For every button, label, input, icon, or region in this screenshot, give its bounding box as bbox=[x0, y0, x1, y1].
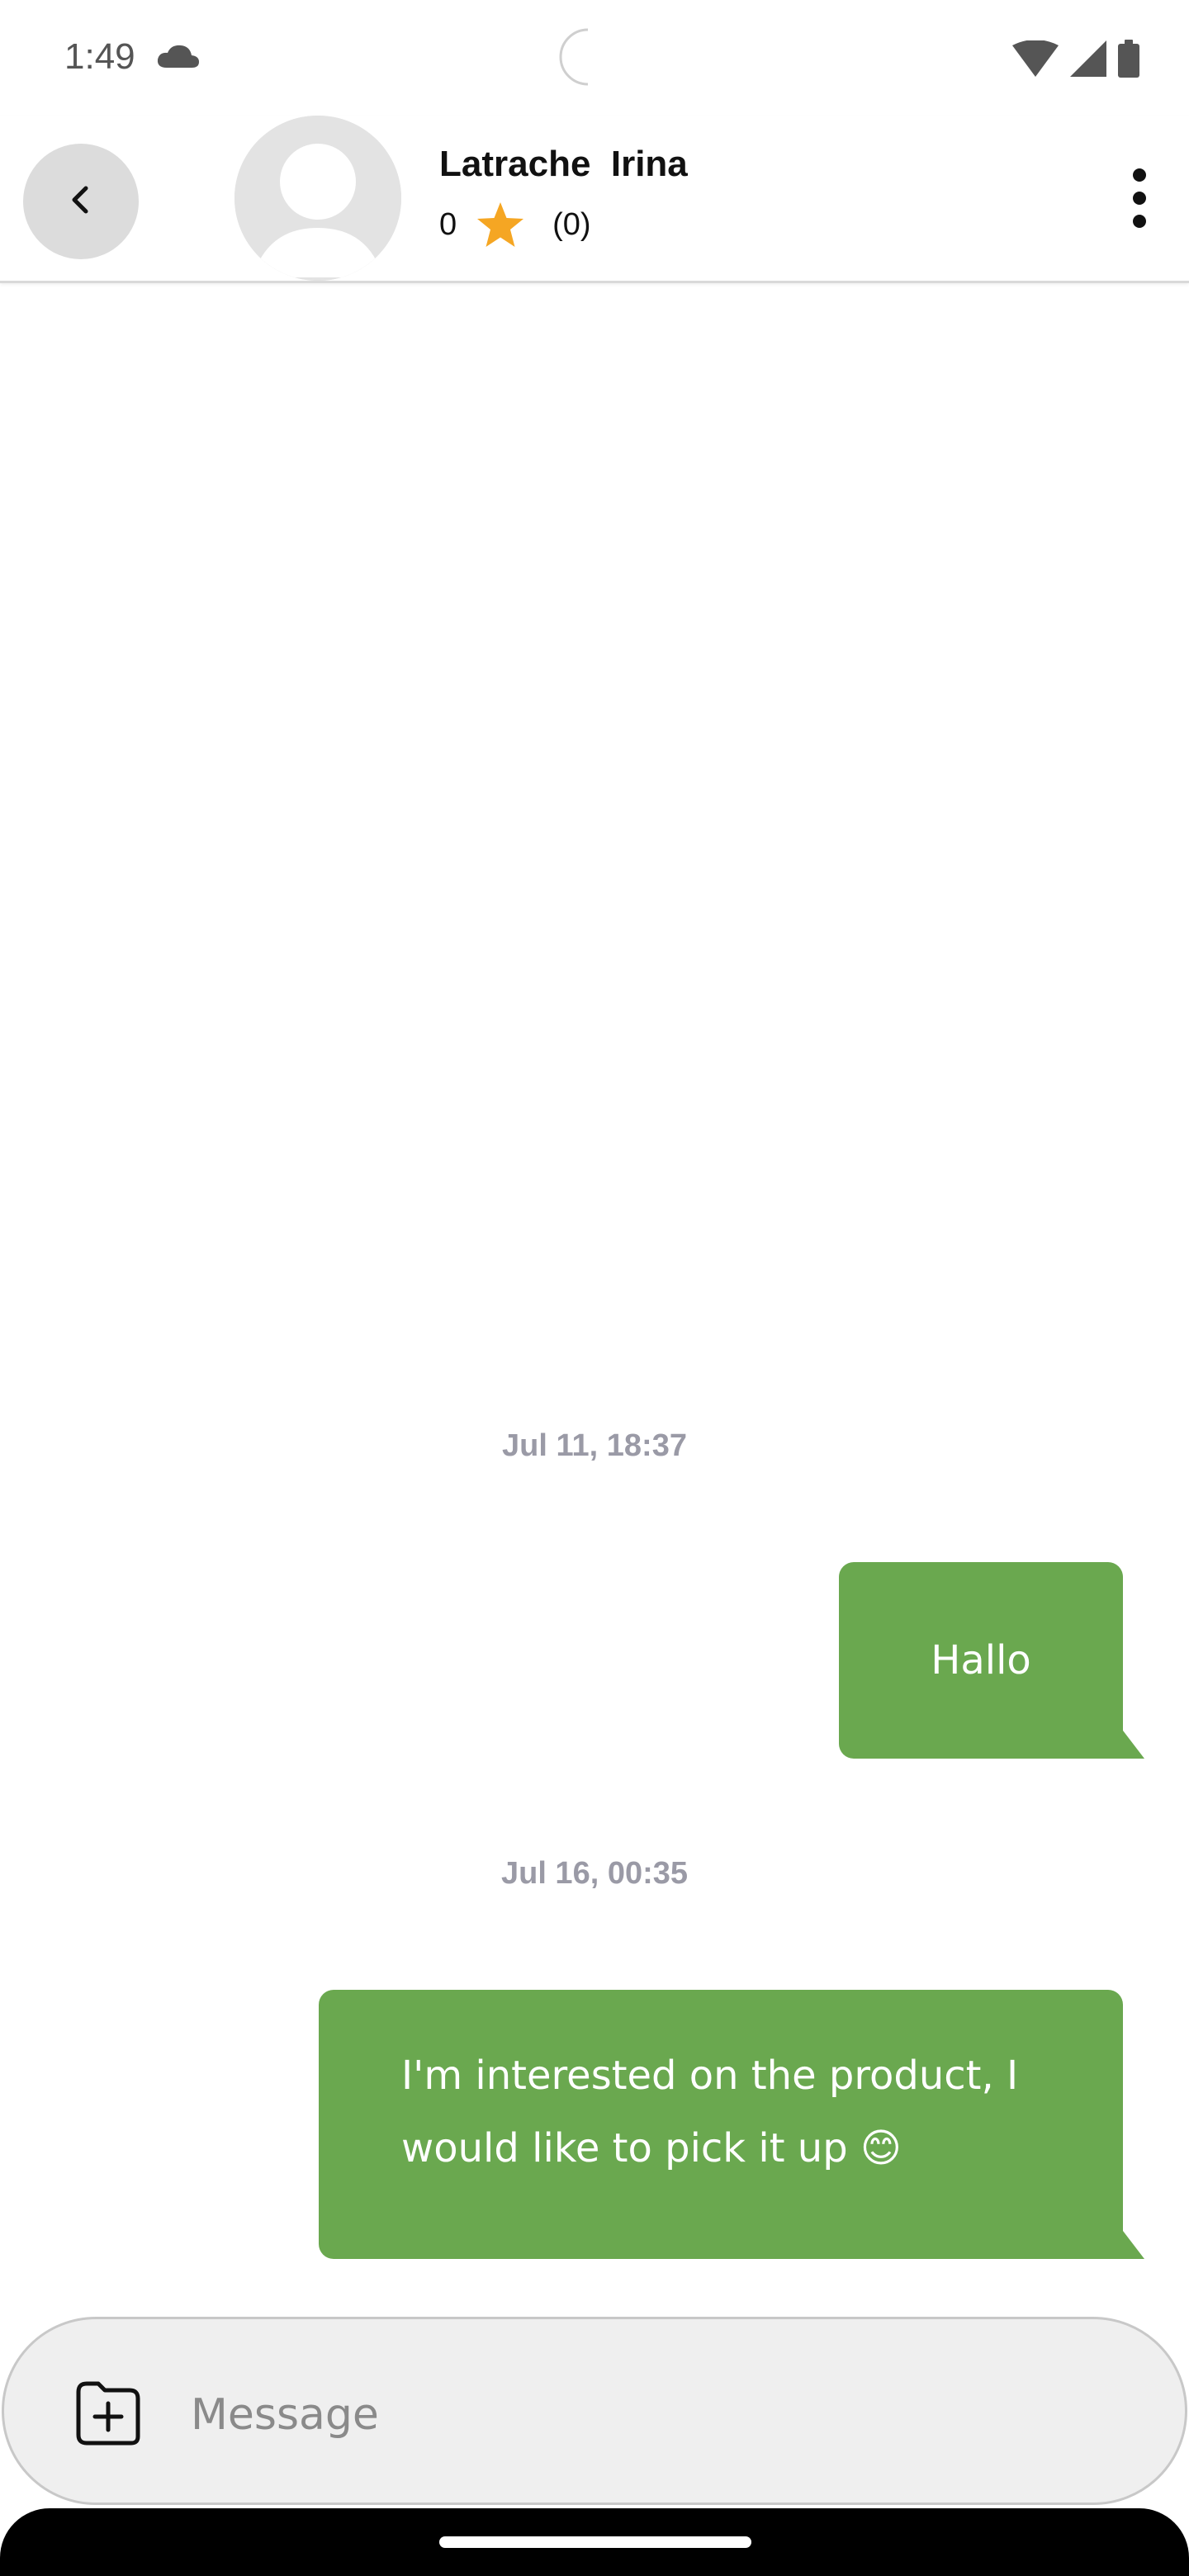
avatar[interactable] bbox=[234, 116, 401, 281]
star-icon bbox=[476, 201, 524, 248]
home-indicator[interactable] bbox=[439, 2536, 751, 2548]
message-timestamp: Jul 11, 18:37 bbox=[502, 1428, 687, 1463]
back-button[interactable] bbox=[23, 144, 139, 259]
more-options-button[interactable] bbox=[1106, 157, 1172, 239]
rating-value: 0 bbox=[439, 206, 457, 242]
system-nav-bar bbox=[0, 2508, 1189, 2576]
cloud-icon bbox=[157, 43, 200, 73]
back-arrow-icon bbox=[64, 183, 97, 220]
outgoing-message-bubble[interactable]: Hallo bbox=[839, 1562, 1123, 1759]
attach-file-icon[interactable] bbox=[73, 2379, 143, 2448]
message-timestamp: Jul 16, 00:35 bbox=[500, 1856, 689, 1891]
rating-count: (0) bbox=[552, 206, 591, 242]
outgoing-message-bubble[interactable]: I'm interested on the product, I would l… bbox=[319, 1990, 1123, 2259]
message-text: I'm interested on the product, I would l… bbox=[401, 2053, 1019, 2171]
avatar-placeholder-icon bbox=[234, 116, 401, 281]
message-text: Hallo bbox=[931, 1637, 1031, 1683]
message-composer bbox=[2, 2317, 1187, 2505]
bubble-tail bbox=[1123, 1731, 1144, 1759]
status-time: 1:49 bbox=[64, 36, 135, 77]
camera-cutout bbox=[557, 28, 614, 86]
bubble-tail bbox=[1123, 2231, 1144, 2259]
message-input[interactable] bbox=[189, 2369, 1101, 2461]
signal-icon bbox=[1070, 40, 1106, 80]
status-bar: 1:49 bbox=[0, 0, 1189, 116]
status-icons bbox=[1012, 40, 1139, 81]
more-vertical-icon bbox=[1133, 168, 1146, 228]
rating-row: 0 (0) bbox=[439, 201, 591, 248]
wifi-icon bbox=[1012, 40, 1059, 80]
chat-screen: 1:49 Latrache Irina 0 (0) Jul 11, 18:37 … bbox=[0, 0, 1189, 2576]
chat-header: Latrache Irina 0 (0) bbox=[0, 116, 1189, 283]
battery-icon bbox=[1118, 40, 1139, 81]
contact-name[interactable]: Latrache Irina bbox=[439, 144, 688, 185]
